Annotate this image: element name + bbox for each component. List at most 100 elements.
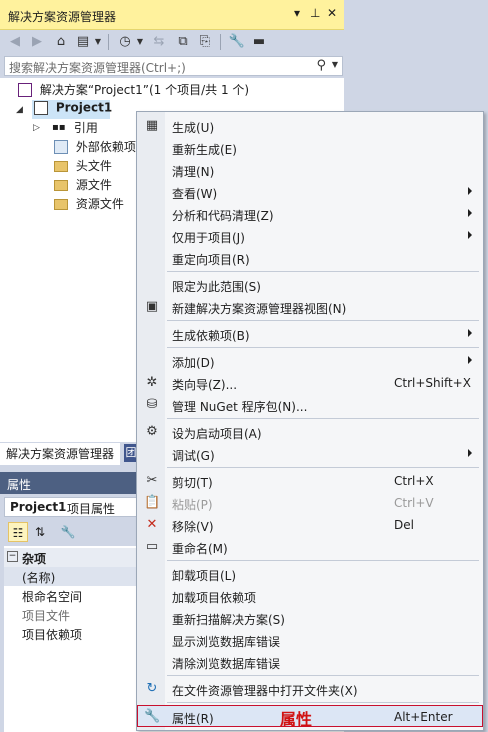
- menu-item-label: 分析和代码清理(Z): [172, 209, 274, 223]
- alphabetical-icon[interactable]: ⇅: [30, 522, 50, 542]
- menu-item[interactable]: 卸载项目(L): [138, 563, 482, 585]
- menu-item-label: 卸载项目(L): [172, 569, 237, 583]
- scissors-icon: ✂: [146, 473, 158, 488]
- paste-icon: 📋: [144, 495, 161, 510]
- menu-separator: [167, 560, 479, 561]
- back-icon[interactable]: ◀: [6, 33, 24, 51]
- home-icon[interactable]: ⌂: [52, 33, 70, 51]
- property-label: 项目文件: [22, 609, 71, 623]
- properties-title: 属性: [7, 478, 32, 492]
- menu-item-label: 粘贴(P): [172, 498, 213, 512]
- menu-item[interactable]: 加载项目依赖项: [138, 585, 482, 607]
- tree-item-resource-files[interactable]: 资源文件: [54, 195, 124, 214]
- menu-item[interactable]: ▣ 新建解决方案资源管理器视图(N): [138, 296, 482, 318]
- menu-separator: [167, 271, 479, 272]
- show-all-files-icon[interactable]: ⎘: [196, 33, 214, 51]
- property-pages-icon[interactable]: 🔧: [58, 522, 78, 542]
- properties-icon[interactable]: 🔧: [228, 33, 246, 51]
- menu-item[interactable]: ▦ 生成(U): [138, 115, 482, 137]
- remove-icon: ✕: [146, 517, 158, 532]
- menu-separator: [167, 467, 479, 468]
- dropdown-arrow-icon[interactable]: ▾: [294, 6, 300, 20]
- menu-item: 📋 粘贴(P) Ctrl+V: [138, 492, 482, 514]
- folder-icon: [54, 199, 68, 210]
- build-icon: ▦: [145, 118, 159, 133]
- tree-item-external-dependencies[interactable]: 外部依赖项: [54, 138, 136, 157]
- tree-item-label: Project1: [55, 100, 113, 115]
- menu-item[interactable]: ↻ 在文件资源管理器中打开文件夹(X): [138, 678, 482, 700]
- toolbar-separator: [220, 34, 221, 50]
- chevron-down-icon[interactable]: ▼: [332, 60, 338, 69]
- red-annotation-label: 属性: [280, 710, 313, 729]
- class-wizard-icon: ✲: [146, 375, 158, 390]
- menu-item[interactable]: 🔧 属性(R) Alt+Enter 属性: [137, 705, 483, 729]
- pin-icon[interactable]: ⊥: [310, 6, 320, 20]
- menu-item[interactable]: 分析和代码清理(Z): [138, 203, 482, 225]
- open-folder-icon: ↻: [146, 681, 158, 696]
- menu-separator: [167, 347, 479, 348]
- pending-changes-filter-icon[interactable]: ◷: [116, 33, 134, 51]
- menu-item[interactable]: ⚙ 设为启动项目(A): [138, 421, 482, 443]
- categorized-icon[interactable]: ☷: [8, 522, 28, 542]
- menu-item-label: 设为启动项目(A): [172, 427, 262, 441]
- menu-item[interactable]: 调试(G): [138, 443, 482, 465]
- menu-item-label: 显示浏览数据库错误: [172, 635, 281, 649]
- nuget-icon: ⛁: [146, 397, 158, 412]
- folder-icon: [54, 180, 68, 191]
- menu-item[interactable]: 显示浏览数据库错误: [138, 629, 482, 651]
- menu-item[interactable]: 清理(N): [138, 159, 482, 181]
- tab-solution-explorer[interactable]: 解决方案资源管理器: [0, 442, 121, 465]
- menu-item[interactable]: ⛁ 管理 NuGet 程序包(N)...: [138, 394, 482, 416]
- preview-icon[interactable]: ▬: [250, 33, 268, 51]
- menu-item-label: 管理 NuGet 程序包(N)...: [172, 400, 308, 414]
- object-name: Project1: [10, 500, 67, 514]
- chevron-down-icon[interactable]: ▼: [136, 33, 144, 51]
- collapse-toggle-icon[interactable]: −: [7, 551, 18, 562]
- search-placeholder: 搜索解决方案资源管理器(Ctrl+;): [9, 61, 186, 75]
- submenu-arrow-icon: [468, 449, 472, 457]
- forward-icon[interactable]: ▶: [28, 33, 46, 51]
- search-icon[interactable]: ⚲: [316, 58, 326, 73]
- menu-item[interactable]: 重新扫描解决方案(S): [138, 607, 482, 629]
- collapsed-arrow-icon[interactable]: ▷: [33, 123, 40, 133]
- menu-item[interactable]: 重新生成(E): [138, 137, 482, 159]
- menu-item-label: 属性(R): [172, 712, 214, 726]
- menu-item[interactable]: ▭ 重命名(M): [138, 536, 482, 558]
- menu-item[interactable]: 生成依赖项(B): [138, 323, 482, 345]
- property-label: 项目依赖项: [22, 628, 83, 642]
- menu-item-label: 查看(W): [172, 187, 218, 201]
- tree-item-solution[interactable]: 解决方案“Project1”(1 个项目/共 1 个): [18, 81, 249, 100]
- menu-item-shortcut: Del: [394, 518, 414, 532]
- tree-item-header-files[interactable]: 头文件: [54, 157, 112, 176]
- tree-item-label: 资源文件: [75, 197, 124, 211]
- category-label: 杂项: [22, 552, 47, 566]
- close-icon[interactable]: ✕: [327, 6, 337, 20]
- project-icon: [34, 100, 48, 115]
- menu-item[interactable]: 重定向项目(R): [138, 247, 482, 269]
- tree-item-label: 引用: [73, 121, 98, 135]
- property-label: 根命名空间: [22, 590, 83, 604]
- menu-item[interactable]: ✲ 类向导(Z)... Ctrl+Shift+X: [138, 372, 482, 394]
- chevron-down-icon[interactable]: ▼: [94, 33, 102, 51]
- tree-item-references[interactable]: ▪▪ 引用: [52, 119, 98, 138]
- submenu-arrow-icon: [468, 329, 472, 337]
- context-menu: ▦ 生成(U) 重新生成(E) 清理(N) 查看(W) 分析和代码清理(Z) 仅用于项目(J…: [136, 111, 484, 731]
- sync-icon[interactable]: ⇆: [150, 33, 168, 51]
- menu-item[interactable]: ✂ 剪切(T) Ctrl+X: [138, 470, 482, 492]
- menu-separator: [167, 320, 479, 321]
- expanded-arrow-icon[interactable]: ◢: [16, 105, 23, 115]
- tree-item-project[interactable]: Project1: [32, 100, 113, 119]
- menu-item[interactable]: 限定为此范围(S): [138, 274, 482, 296]
- solution-search-input[interactable]: 搜索解决方案资源管理器(Ctrl+;) ⚲ ▼: [4, 56, 343, 76]
- menu-item[interactable]: 清除浏览数据库错误: [138, 651, 482, 673]
- switch-views-icon[interactable]: ▤: [74, 33, 92, 51]
- collapse-all-icon[interactable]: ⧉: [174, 33, 192, 51]
- solution-explorer-toolbar: ◀ ▶ ⌂ ▤ ▼ ◷ ▼ ⇆ ⧉ ⎘ 🔧 ▬: [0, 30, 344, 54]
- gear-icon: ⚙: [146, 424, 158, 439]
- menu-item[interactable]: ✕ 移除(V) Del: [138, 514, 482, 536]
- menu-item[interactable]: 仅用于项目(J): [138, 225, 482, 247]
- menu-item[interactable]: 添加(D): [138, 350, 482, 372]
- submenu-arrow-icon: [468, 209, 472, 217]
- tree-item-source-files[interactable]: 源文件: [54, 176, 112, 195]
- menu-item[interactable]: 查看(W): [138, 181, 482, 203]
